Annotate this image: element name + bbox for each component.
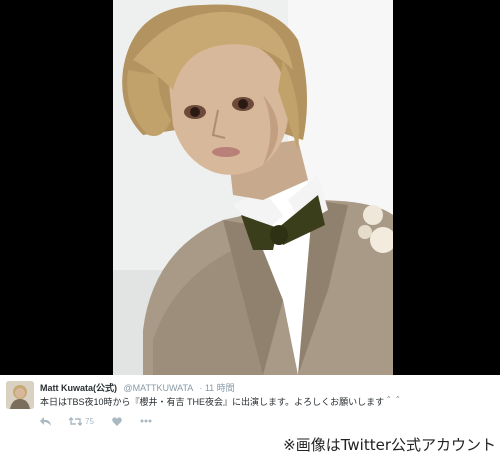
author-handle[interactable]: @MATTKUWATA <box>124 383 193 393</box>
photo-frame <box>0 0 500 375</box>
author-name[interactable]: Matt Kuwata(公式) <box>40 383 117 393</box>
reply-icon <box>40 416 51 426</box>
selfie-photo[interactable] <box>113 0 393 375</box>
tweet: Matt Kuwata(公式) @MATTKUWATA · 11 時間 本日はT… <box>0 375 500 430</box>
retweet-icon <box>69 416 82 426</box>
tweet-actions: 75 <box>40 415 170 427</box>
image-credit-caption: ※画像はTwitter公式アカウント <box>283 436 496 454</box>
retweet-button[interactable]: 75 <box>69 417 94 426</box>
like-icon <box>112 416 122 426</box>
like-button[interactable] <box>112 416 122 426</box>
avatar[interactable] <box>6 381 34 409</box>
retweet-count: 75 <box>85 416 94 426</box>
tweet-time[interactable]: · 11 時間 <box>199 383 234 393</box>
more-icon <box>140 419 152 423</box>
tweet-text: 本日はTBS夜10時から『櫻井・有吉 THE夜会』に出演します。よろしくお願いし… <box>40 397 403 407</box>
tweet-header: Matt Kuwata(公式) @MATTKUWATA · 11 時間 <box>40 383 235 394</box>
more-button[interactable] <box>140 419 152 423</box>
reply-button[interactable] <box>40 416 51 426</box>
